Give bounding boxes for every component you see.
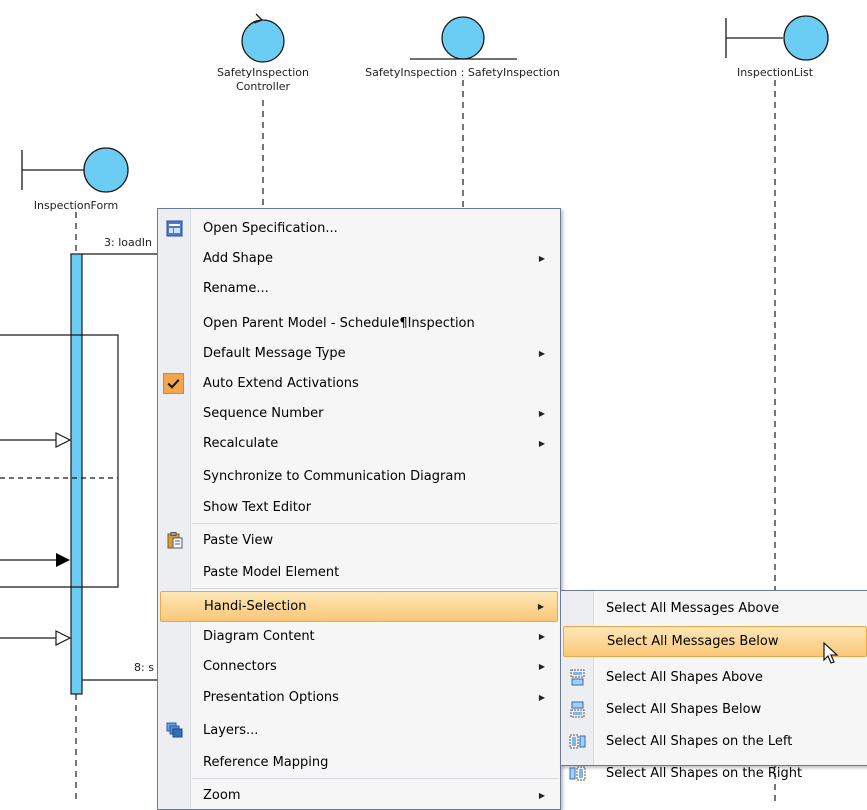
- lifeline-label-list: InspectionList: [736, 66, 814, 79]
- menu-separator: [192, 523, 558, 524]
- handi-selection-submenu: Select All Messages Above Select All Mes…: [560, 590, 867, 781]
- select-shapes-right-icon: [569, 766, 586, 781]
- menu-item-label: Open Specification...: [203, 221, 338, 236]
- menu-item-label: Presentation Options: [203, 690, 339, 705]
- message-label[interactable]: 8: s: [134, 661, 154, 674]
- menu-item-default-message-type[interactable]: Default Message Type ▶: [160, 339, 558, 368]
- menu-item-label: Add Shape: [203, 251, 274, 266]
- submenu-arrow-icon: ▶: [537, 602, 544, 611]
- submenu-arrow-icon: ▶: [538, 662, 545, 671]
- lifeline-label-entity: SafetyInspection : SafetyInspection: [365, 66, 560, 79]
- submenu-item-select-shapes-above[interactable]: Select All Shapes Above: [563, 663, 867, 692]
- menu-item-layers[interactable]: Layers...: [160, 716, 558, 745]
- menu-item-label: Select All Shapes on the Left: [606, 734, 793, 749]
- menu-item-label: Select All Shapes Above: [606, 670, 763, 685]
- submenu-arrow-icon: ▶: [538, 409, 545, 418]
- menu-item-connectors[interactable]: Connectors ▶: [160, 652, 558, 681]
- menu-item-label: Paste Model Element: [203, 565, 340, 580]
- checkmark-icon: [163, 373, 184, 394]
- menu-item-label: Open Parent Model - Schedule¶Inspection: [203, 316, 475, 331]
- mouse-pointer-icon: [823, 642, 839, 664]
- menu-item-label: Select All Shapes Below: [606, 702, 762, 717]
- menu-separator: [192, 778, 558, 779]
- menu-item-rename[interactable]: Rename...: [160, 274, 558, 303]
- menu-item-label: Default Message Type: [203, 346, 346, 361]
- menu-separator: [192, 588, 558, 589]
- menu-item-add-shape[interactable]: Add Shape ▶: [160, 244, 558, 273]
- menu-item-label: Zoom: [203, 788, 241, 803]
- submenu-arrow-icon: ▶: [538, 349, 545, 358]
- lifeline-label-line1: SafetyInspection: [216, 66, 309, 79]
- submenu-arrow-icon: ▶: [538, 791, 545, 800]
- select-shapes-below-icon: [570, 701, 585, 718]
- submenu-item-select-messages-above[interactable]: Select All Messages Above: [563, 594, 867, 623]
- specification-icon: [166, 220, 183, 237]
- menu-item-label: Rename...: [203, 281, 269, 296]
- menu-item-label: Synchronize to Communication Diagram: [203, 469, 466, 484]
- menu-item-label: Reference Mapping: [203, 755, 329, 770]
- submenu-item-select-shapes-left[interactable]: Select All Shapes on the Left: [563, 727, 867, 756]
- menu-item-synchronize[interactable]: Synchronize to Communication Diagram: [160, 462, 558, 491]
- submenu-item-select-shapes-right[interactable]: Select All Shapes on the Right: [563, 759, 867, 788]
- control-icon: [241, 19, 285, 63]
- menu-item-label: Diagram Content: [203, 629, 315, 644]
- menu-item-paste-view[interactable]: Paste View: [160, 526, 558, 555]
- submenu-item-select-shapes-below[interactable]: Select All Shapes Below: [563, 695, 867, 724]
- select-shapes-left-icon: [569, 734, 586, 749]
- menu-item-auto-extend-activations[interactable]: Auto Extend Activations: [160, 369, 558, 398]
- menu-item-open-specification[interactable]: Open Specification...: [160, 214, 558, 243]
- lifeline-label-controller: SafetyInspection Controller: [198, 66, 328, 94]
- layers-icon: [166, 722, 183, 738]
- menu-item-label: Select All Shapes on the Right: [606, 766, 803, 781]
- menu-item-show-text-editor[interactable]: Show Text Editor: [160, 493, 558, 522]
- boundary-icon: [783, 15, 829, 61]
- menu-item-zoom[interactable]: Zoom ▶: [160, 781, 558, 810]
- activation-bar[interactable]: [70, 253, 83, 695]
- lifeline-label-form: InspectionForm: [33, 199, 119, 212]
- menu-item-reference-mapping[interactable]: Reference Mapping: [160, 748, 558, 777]
- menu-item-open-parent-model[interactable]: Open Parent Model - Schedule¶Inspection: [160, 309, 558, 338]
- submenu-arrow-icon: ▶: [538, 693, 545, 702]
- menu-item-label: Select All Messages Above: [606, 601, 780, 616]
- menu-item-diagram-content[interactable]: Diagram Content ▶: [160, 622, 558, 651]
- submenu-arrow-icon: ▶: [538, 632, 545, 641]
- menu-item-label: Layers...: [203, 723, 259, 738]
- clipboard-icon: [167, 532, 183, 549]
- controller-lifeline[interactable]: [241, 13, 285, 208]
- menu-item-label: Sequence Number: [203, 406, 324, 421]
- submenu-arrow-icon: ▶: [538, 439, 545, 448]
- menu-item-label: Select All Messages Below: [607, 634, 779, 649]
- message-label[interactable]: 3: loadIn: [104, 236, 152, 249]
- menu-item-label: Paste View: [203, 533, 274, 548]
- menu-item-label: Auto Extend Activations: [203, 376, 359, 391]
- submenu-arrow-icon: ▶: [538, 254, 545, 263]
- menu-item-sequence-number[interactable]: Sequence Number ▶: [160, 399, 558, 428]
- menu-item-label: Recalculate: [203, 436, 279, 451]
- menu-item-label: Handi-Selection: [204, 599, 307, 614]
- menu-item-label: Show Text Editor: [203, 500, 312, 515]
- menu-item-handi-selection[interactable]: Handi-Selection ▶: [160, 591, 558, 622]
- entity-icon: [441, 16, 485, 60]
- menu-item-presentation-options[interactable]: Presentation Options ▶: [160, 683, 558, 712]
- context-menu: Open Specification... Add Shape ▶ Rename…: [157, 208, 561, 810]
- select-shapes-above-icon: [570, 669, 585, 686]
- boundary-icon: [83, 147, 129, 193]
- menu-item-recalculate[interactable]: Recalculate ▶: [160, 429, 558, 458]
- lifeline-label-line2: Controller: [235, 80, 291, 93]
- submenu-item-select-messages-below[interactable]: Select All Messages Below: [563, 626, 867, 657]
- entity-lifeline[interactable]: [410, 16, 517, 208]
- menu-item-paste-model-element[interactable]: Paste Model Element: [160, 558, 558, 587]
- menu-item-label: Connectors: [203, 659, 277, 674]
